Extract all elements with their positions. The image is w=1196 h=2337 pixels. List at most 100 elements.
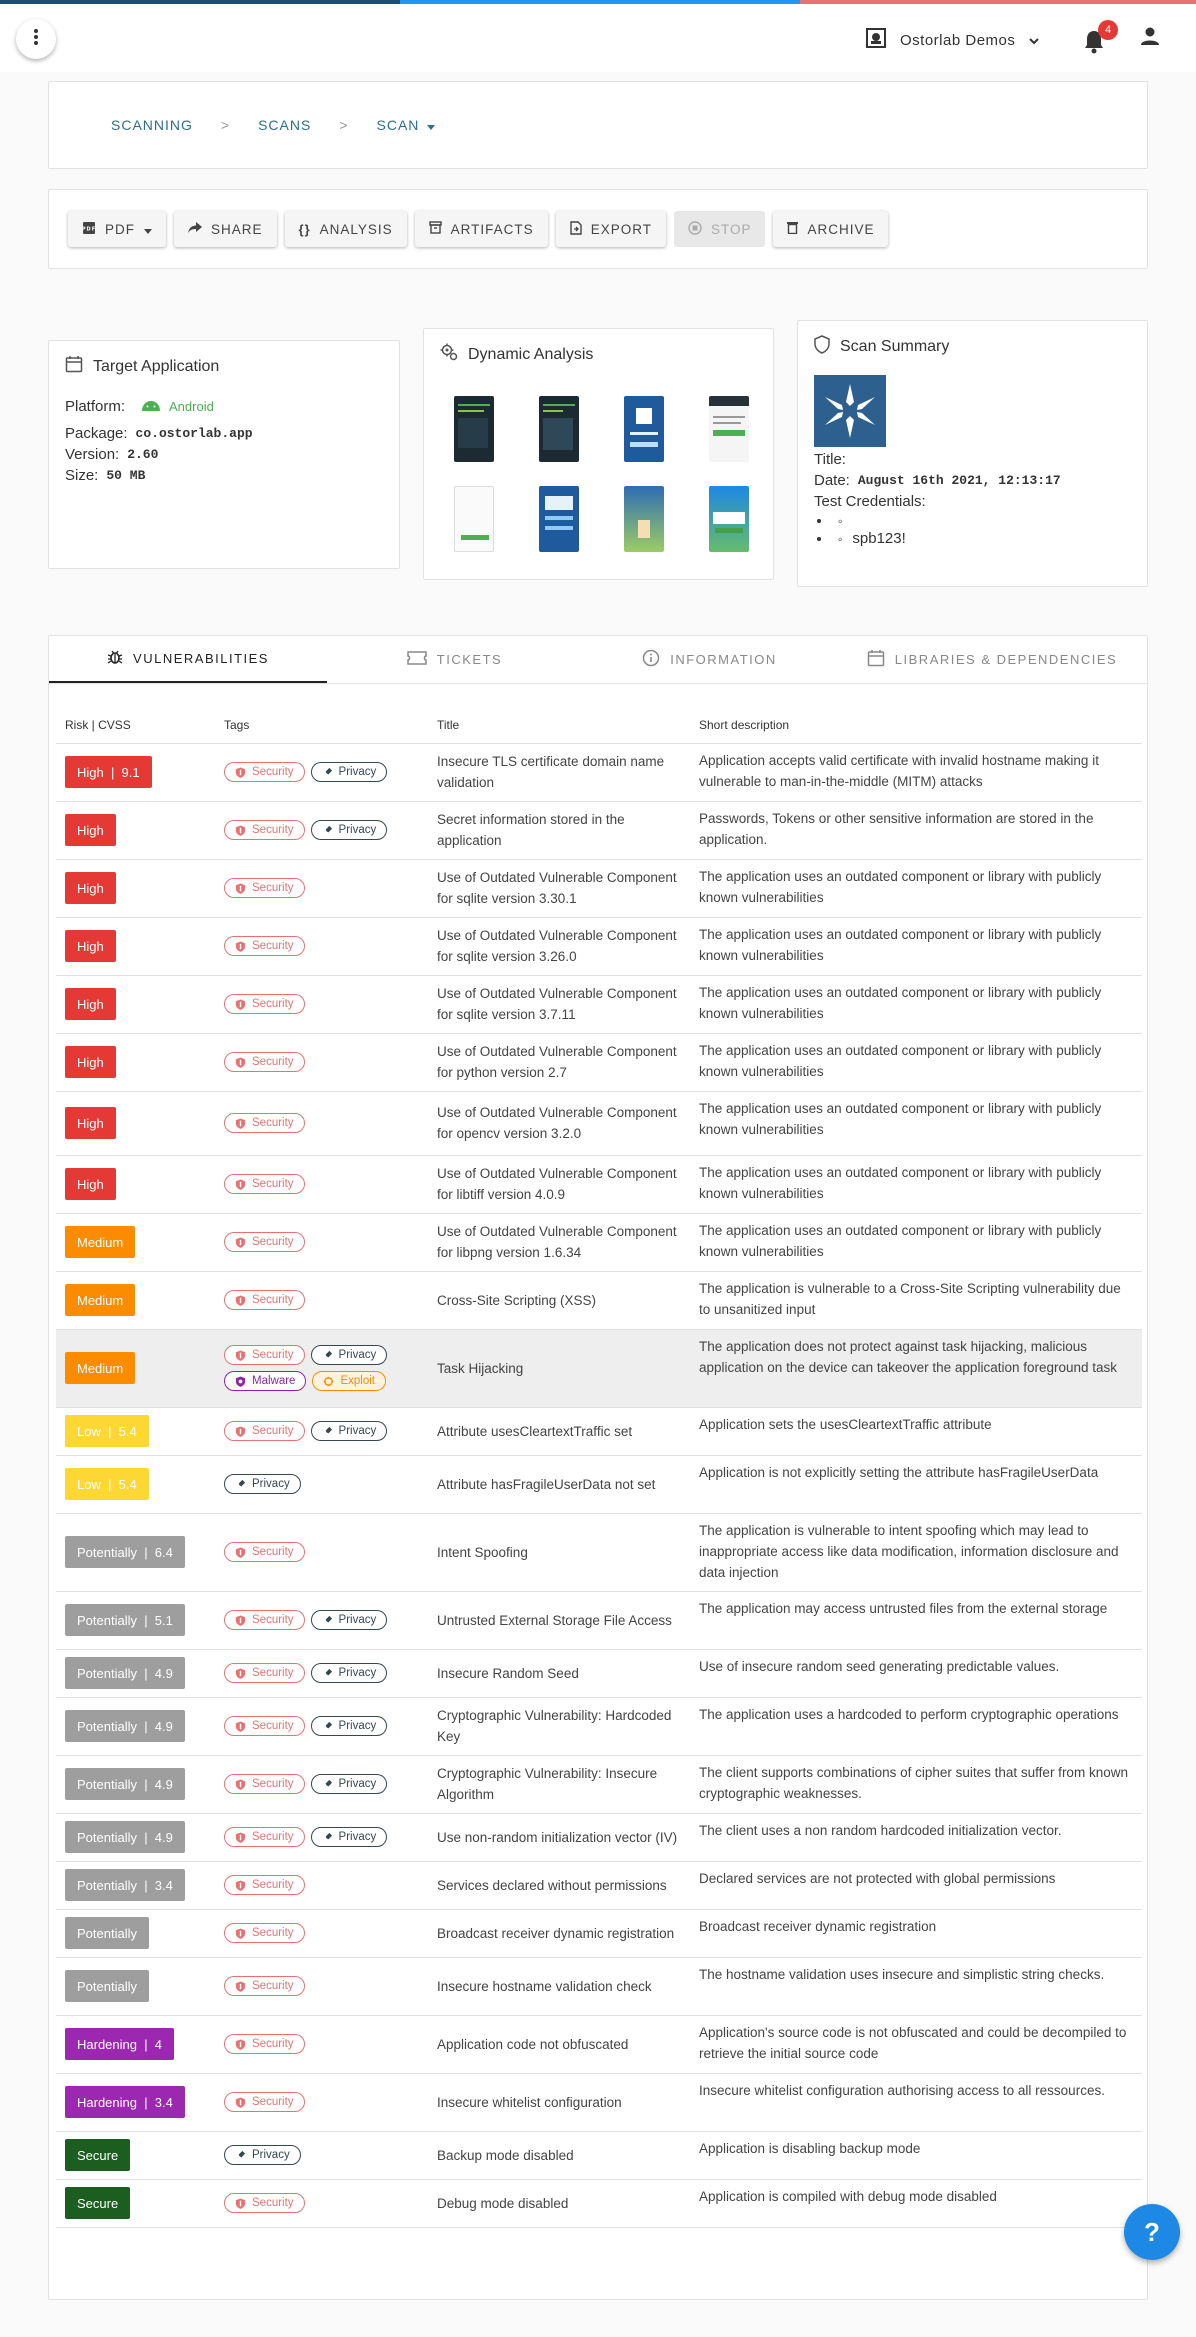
tag-label: Security bbox=[252, 1055, 294, 1068]
table-row[interactable]: Potentially Security Insecure hostname val… bbox=[56, 1957, 1142, 2016]
help-button[interactable]: ? bbox=[1124, 2204, 1180, 2260]
vulnerability-title[interactable]: Attribute hasFragileUserData not set bbox=[428, 1455, 690, 1514]
vulnerability-title[interactable]: Insecure TLS certificate domain name val… bbox=[428, 743, 690, 802]
screenshot-thumbnail[interactable] bbox=[624, 486, 664, 552]
vulnerability-title[interactable]: Use of Outdated Vulnerable Component for… bbox=[428, 1033, 690, 1092]
table-row[interactable]: Potentially Security Broadcast receiver dy… bbox=[56, 1909, 1142, 1958]
vulnerability-title[interactable]: Use of Outdated Vulnerable Component for… bbox=[428, 1213, 690, 1272]
vulnerability-title[interactable]: Use of Outdated Vulnerable Component for… bbox=[428, 975, 690, 1034]
table-row[interactable]: High Security Use of Outdated Vulnerable C… bbox=[56, 1155, 1142, 1214]
tag-label: Security bbox=[252, 2196, 294, 2209]
vulnerability-title[interactable]: Use non-random initialization vector (IV… bbox=[428, 1813, 690, 1862]
vulnerability-title[interactable]: Insecure whitelist configuration bbox=[428, 2073, 690, 2132]
archive-button[interactable]: ARCHIVE bbox=[773, 211, 889, 247]
export-button[interactable]: EXPORT bbox=[555, 211, 666, 247]
screenshot-thumbnail[interactable] bbox=[709, 396, 749, 462]
vulnerability-title[interactable]: Cross-Site Scripting (XSS) bbox=[428, 1271, 690, 1330]
table-row[interactable]: Medium Security Cross-Site Scripting (XSS)… bbox=[56, 1271, 1142, 1330]
vulnerability-title[interactable]: Insecure hostname validation check bbox=[428, 1957, 690, 2016]
table-row[interactable]: Potentially | 4.9 Security Privacy Use non-… bbox=[56, 1813, 1142, 1862]
notifications-button[interactable]: 4 bbox=[1084, 20, 1118, 54]
organization-selector[interactable]: Ostorlab Demos bbox=[866, 28, 1040, 52]
vulnerability-title[interactable]: Use of Outdated Vulnerable Component for… bbox=[428, 1155, 690, 1214]
screenshot-thumbnail[interactable] bbox=[624, 396, 664, 462]
vulnerability-title[interactable]: Cryptographic Vulnerability: Hardcoded K… bbox=[428, 1697, 690, 1756]
table-row[interactable]: High Security Use of Outdated Vulnerable C… bbox=[56, 1033, 1142, 1092]
screenshot-thumbnail[interactable] bbox=[454, 396, 494, 462]
menu-button[interactable] bbox=[16, 19, 56, 59]
table-row[interactable]: Medium Security Use of Outdated Vulnerable… bbox=[56, 1213, 1142, 1272]
security-icon bbox=[235, 998, 246, 1010]
column-header-risk[interactable]: Risk | CVSS bbox=[56, 708, 215, 744]
vulnerability-title[interactable]: Cryptographic Vulnerability: Insecure Al… bbox=[428, 1755, 690, 1814]
table-row[interactable]: Potentially | 6.4 Security Intent Spoofing… bbox=[56, 1513, 1142, 1592]
vulnerability-title[interactable]: Secret information stored in the applica… bbox=[428, 801, 690, 860]
analysis-button[interactable]: {} ANALYSIS bbox=[284, 211, 407, 247]
vulnerability-title[interactable]: Insecure Random Seed bbox=[428, 1649, 690, 1698]
table-row[interactable]: High | 9.1 Security Privacy Insecure TLS ce… bbox=[56, 743, 1142, 802]
account-button[interactable] bbox=[1140, 26, 1160, 51]
risk-badge: High bbox=[65, 1168, 116, 1200]
table-row[interactable]: High Security Use of Outdated Vulnerable C… bbox=[56, 1091, 1142, 1156]
table-row[interactable]: Potentially | 4.9 Security Privacy Cryptogr… bbox=[56, 1697, 1142, 1756]
tab-libraries[interactable]: LIBRARIES & DEPENDENCIES bbox=[837, 636, 1147, 683]
table-row[interactable]: Hardening | 3.4 Security Insecure whitelis… bbox=[56, 2073, 1142, 2132]
tag-label: Security bbox=[252, 823, 294, 836]
tab-vulnerabilities[interactable]: VULNERABILITIES bbox=[49, 636, 327, 683]
privacy-icon bbox=[322, 1832, 333, 1843]
vulnerability-title[interactable]: Intent Spoofing bbox=[428, 1513, 690, 1592]
vulnerability-title[interactable]: Backup mode disabled bbox=[428, 2131, 690, 2180]
table-row[interactable]: Hardening | 4 Security Application code no… bbox=[56, 2015, 1142, 2074]
table-row[interactable]: Potentially | 4.9 Security Privacy Cryptogr… bbox=[56, 1755, 1142, 1814]
table-row[interactable]: Secure Privacy Backup mode disabled Applica… bbox=[56, 2131, 1142, 2180]
vulnerability-title[interactable]: Attribute usesCleartextTraffic set bbox=[428, 1407, 690, 1456]
vulnerability-description: The application is vulnerable to intent … bbox=[690, 1513, 1142, 1592]
risk-badge: Hardening | 4 bbox=[65, 2028, 175, 2060]
breadcrumb-item-scan[interactable]: SCAN bbox=[377, 117, 436, 133]
table-row[interactable]: High Security Use of Outdated Vulnerable C… bbox=[56, 859, 1142, 918]
table-row[interactable]: Potentially | 3.4 Security Services declar… bbox=[56, 1861, 1142, 1910]
vulnerability-title[interactable]: Broadcast receiver dynamic registration bbox=[428, 1909, 690, 1958]
column-header-title[interactable]: Title bbox=[428, 708, 690, 744]
tag-label: Privacy bbox=[338, 1830, 377, 1843]
user-icon: ⚬ bbox=[836, 517, 845, 528]
vulnerability-title[interactable]: Debug mode disabled bbox=[428, 2179, 690, 2228]
table-row[interactable]: High Security Use of Outdated Vulnerable C… bbox=[56, 975, 1142, 1034]
tags-cell: Security bbox=[215, 2015, 428, 2074]
table-row[interactable]: Low | 5.4 Privacy Attribute hasFragileUser… bbox=[56, 1455, 1142, 1514]
tag-label: Security bbox=[252, 1666, 294, 1679]
table-row[interactable]: Secure Security Debug mode disabled Applica… bbox=[56, 2179, 1142, 2228]
table-row[interactable]: High Security Use of Outdated Vulnerable C… bbox=[56, 917, 1142, 976]
pdf-button[interactable]: PDF PDF bbox=[68, 211, 166, 247]
screenshot-thumbnail[interactable] bbox=[454, 486, 494, 552]
tag-privacy: Privacy bbox=[310, 1610, 388, 1630]
risk-cell: Potentially | 4.9 bbox=[56, 1813, 215, 1862]
screenshot-thumbnail[interactable] bbox=[709, 486, 749, 552]
table-row[interactable]: Potentially | 5.1 Security Privacy Untruste… bbox=[56, 1591, 1142, 1650]
stop-button[interactable]: STOP bbox=[673, 211, 766, 247]
screenshot-thumbnail[interactable] bbox=[539, 486, 579, 552]
share-button[interactable]: SHARE bbox=[174, 211, 277, 247]
vulnerability-title[interactable]: Task Hijacking bbox=[428, 1329, 690, 1408]
table-row[interactable]: High Security Privacy Secret information st… bbox=[56, 801, 1142, 860]
breadcrumb-item-scanning[interactable]: SCANNING bbox=[111, 117, 193, 133]
credential-password: spb123! bbox=[852, 530, 906, 547]
tag-security: Security bbox=[224, 1113, 305, 1133]
screenshot-thumbnail[interactable] bbox=[539, 396, 579, 462]
table-row[interactable]: Potentially | 4.9 Security Privacy Insecure… bbox=[56, 1649, 1142, 1698]
column-header-tags[interactable]: Tags bbox=[215, 708, 428, 744]
vulnerability-title[interactable]: Services declared without permissions bbox=[428, 1861, 690, 1910]
column-header-description[interactable]: Short description bbox=[690, 708, 1142, 744]
tag-label: Security bbox=[252, 765, 294, 778]
table-row[interactable]: Medium Security Privacy Malware Exploit Task … bbox=[56, 1329, 1142, 1408]
breadcrumb-item-scans[interactable]: SCANS bbox=[258, 117, 311, 133]
vulnerability-title[interactable]: Use of Outdated Vulnerable Component for… bbox=[428, 917, 690, 976]
vulnerability-title[interactable]: Untrusted External Storage File Access bbox=[428, 1591, 690, 1650]
tab-tickets[interactable]: TICKETS bbox=[327, 636, 582, 683]
vulnerability-title[interactable]: Use of Outdated Vulnerable Component for… bbox=[428, 859, 690, 918]
tab-information[interactable]: INFORMATION bbox=[582, 636, 837, 683]
vulnerability-title[interactable]: Application code not obfuscated bbox=[428, 2015, 690, 2074]
table-row[interactable]: Low | 5.4 Security Privacy Attribute usesCl… bbox=[56, 1407, 1142, 1456]
artifacts-button[interactable]: ARTIFACTS bbox=[414, 211, 548, 247]
vulnerability-title[interactable]: Use of Outdated Vulnerable Component for… bbox=[428, 1091, 690, 1156]
